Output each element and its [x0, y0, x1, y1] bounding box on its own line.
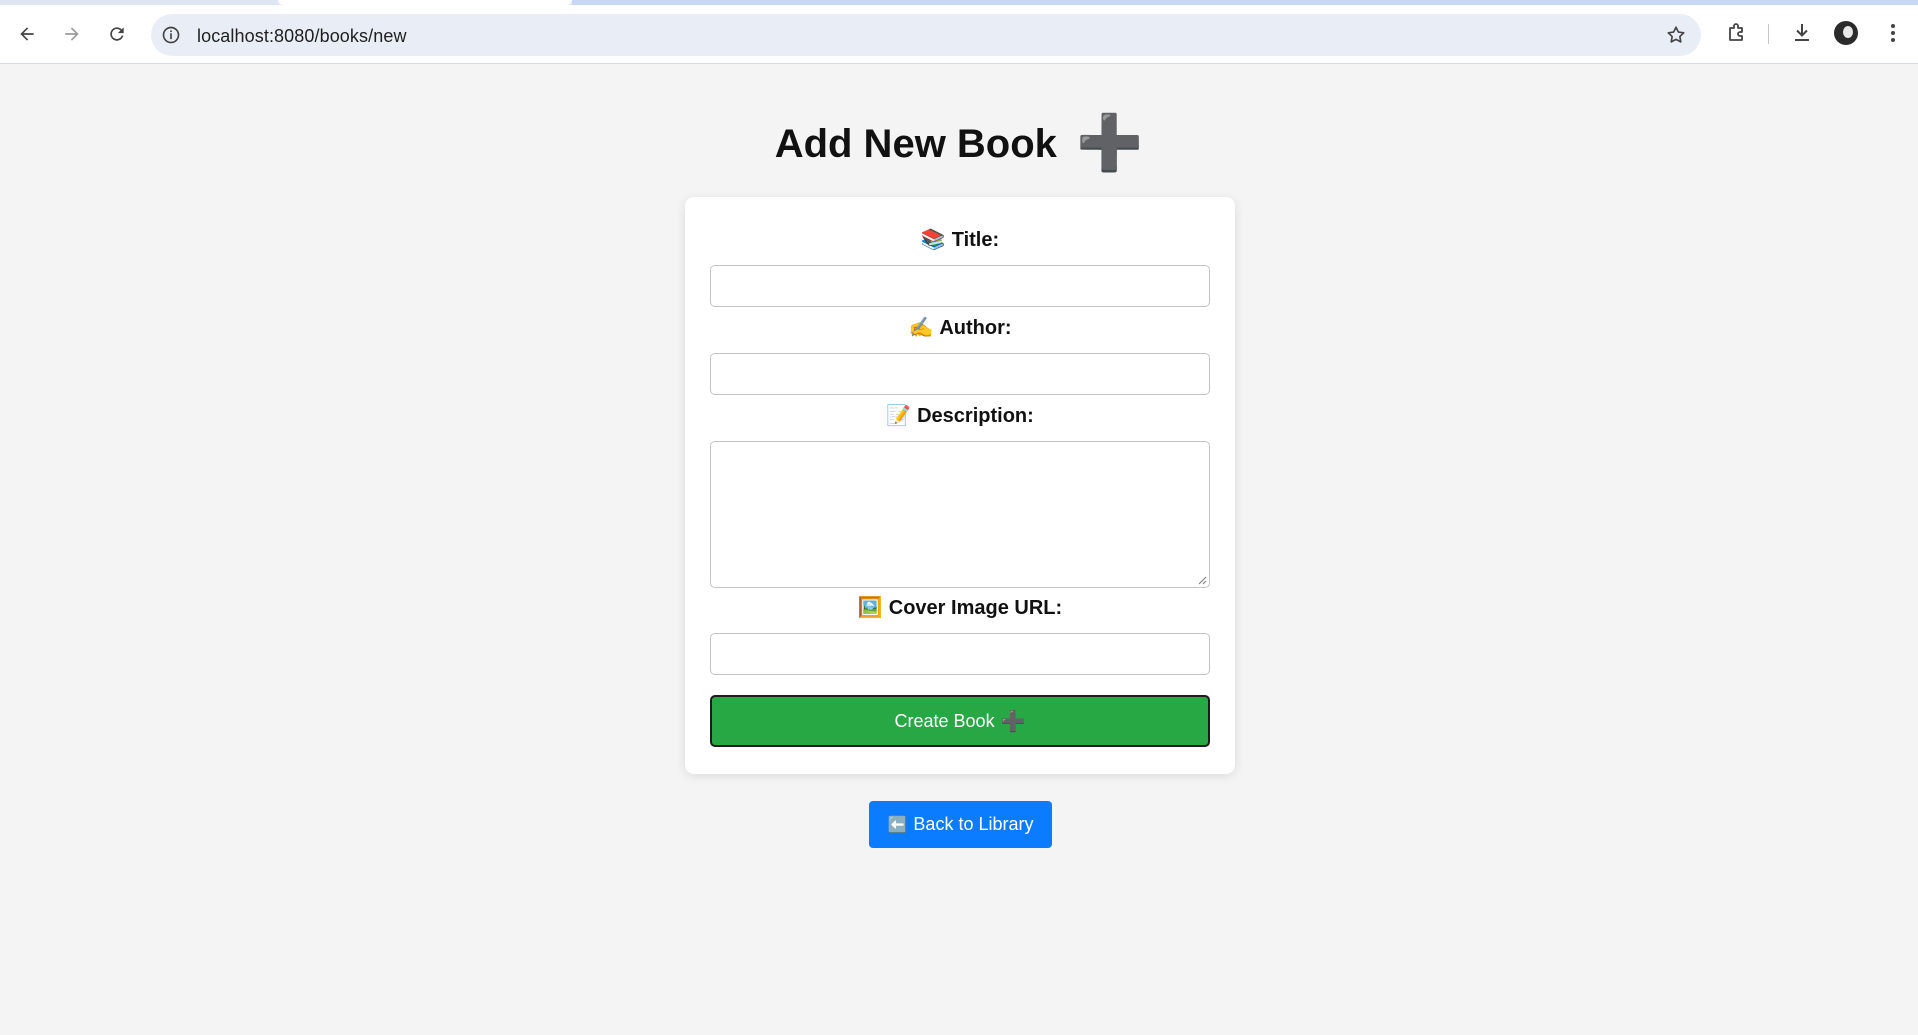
resize-handle-icon[interactable] — [1197, 575, 1207, 585]
page-title: Add New Book ➕ — [0, 113, 1918, 173]
back-to-library-button[interactable]: ⬅️ Back to Library — [869, 801, 1052, 848]
back-to-library-label: Back to Library — [913, 814, 1034, 834]
cover-url-label: 🖼️ Cover Image URL: — [685, 595, 1235, 620]
writing-hand-icon: ✍️ — [908, 317, 934, 339]
title-input[interactable] — [710, 265, 1210, 307]
browser-toolbar: localhost:8080/books/new — [0, 0, 1918, 64]
back-arrow-icon[interactable] — [11, 18, 43, 50]
site-info-icon[interactable] — [161, 25, 181, 45]
memo-icon: 📝 — [886, 405, 912, 427]
page-title-text: Add New Book — [774, 122, 1057, 166]
description-label: 📝 Description: — [685, 403, 1235, 428]
forward-arrow-icon[interactable] — [56, 18, 88, 50]
active-tab[interactable] — [278, 0, 572, 5]
toolbar-divider — [1768, 24, 1769, 44]
description-label-text: Description: — [917, 405, 1034, 427]
more-menu-icon[interactable] — [1881, 21, 1905, 45]
title-label: 📚 Title: — [685, 227, 1235, 252]
author-label-text: Author: — [939, 317, 1012, 339]
profile-avatar-icon[interactable] — [1834, 21, 1858, 45]
framed-picture-icon: 🖼️ — [857, 597, 883, 619]
inactive-tab[interactable] — [572, 0, 1918, 5]
url-text[interactable]: localhost:8080/books/new — [197, 26, 407, 47]
address-bar[interactable]: localhost:8080/books/new — [151, 14, 1701, 56]
book-form: 📚 Title: ✍️ Author: 📝 Description: 🖼️ Cover … — [685, 197, 1235, 774]
plus-icon: ➕ — [1000, 710, 1026, 733]
author-input[interactable] — [710, 353, 1210, 395]
books-icon: 📚 — [920, 229, 946, 251]
cover-url-input[interactable] — [710, 633, 1210, 675]
title-label-text: Title: — [951, 229, 1000, 251]
bookmark-star-icon[interactable] — [1665, 24, 1687, 46]
create-book-button[interactable]: Create Book ➕ — [710, 695, 1210, 747]
page-content: Add New Book ➕ 📚 Title: ✍️ Author: 📝 Descri… — [0, 64, 1918, 1035]
create-book-label: Create Book — [894, 710, 995, 731]
back-arrow-icon: ⬅️ — [887, 816, 908, 834]
cover-url-label-text: Cover Image URL: — [888, 597, 1063, 619]
download-icon[interactable] — [1790, 21, 1814, 45]
extensions-icon[interactable] — [1725, 21, 1749, 45]
description-textarea[interactable] — [710, 441, 1210, 588]
reload-icon[interactable] — [101, 18, 133, 50]
tab-strip — [0, 0, 1918, 5]
author-label: ✍️ Author: — [685, 315, 1235, 340]
plus-icon: ➕ — [1076, 113, 1144, 173]
